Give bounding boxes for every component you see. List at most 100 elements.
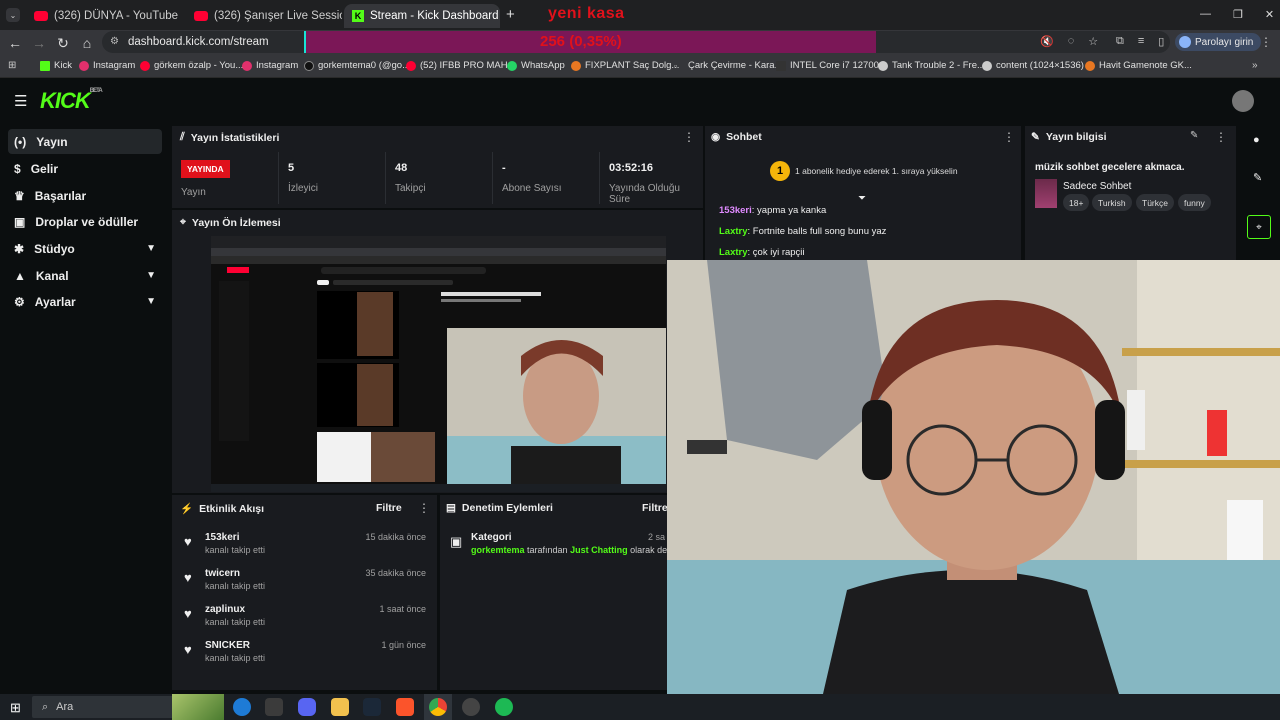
avatar[interactable] bbox=[1232, 90, 1254, 112]
bookmark-content[interactable]: content (1024×1536) bbox=[982, 60, 1084, 71]
minimize-icon[interactable]: — bbox=[1200, 8, 1211, 21]
globe-icon bbox=[982, 60, 992, 71]
stat-uptime-label: Yayında Olduğu Süre bbox=[609, 183, 680, 205]
address-bar-icons: 🔇 ◌ ☆ bbox=[1040, 35, 1098, 48]
bookmark-tank-trouble[interactable]: Tank Trouble 2 - Fre... bbox=[878, 60, 985, 71]
discord-icon[interactable] bbox=[298, 698, 316, 716]
tab-kick-dashboard[interactable]: K Stream - Kick Dashboard ✕ bbox=[344, 4, 500, 28]
stream-info-title: Yayın bilgisi bbox=[1045, 131, 1107, 143]
sidebar-item-gelir[interactable]: $ Gelir bbox=[8, 156, 162, 181]
bookmark-whatsapp[interactable]: WhatsApp bbox=[507, 60, 565, 71]
category-name[interactable]: Sadece Sohbet bbox=[1063, 181, 1131, 192]
mute-icon[interactable]: 🔇 bbox=[1040, 35, 1054, 48]
edit-icon[interactable]: ✎ bbox=[1190, 130, 1198, 141]
apps-icon[interactable]: ⊞ bbox=[8, 60, 16, 71]
chat-username[interactable]: Laxtry bbox=[719, 226, 748, 237]
chat-username[interactable]: 153keri bbox=[719, 205, 752, 216]
moderation-category[interactable]: Just Chatting bbox=[570, 545, 628, 555]
focus-icon[interactable]: ⌖ bbox=[1247, 215, 1271, 239]
stream-preview[interactable] bbox=[211, 236, 666, 492]
brave-icon[interactable] bbox=[396, 698, 414, 716]
bookmark-kick[interactable]: Kick bbox=[40, 60, 72, 71]
close-window-icon[interactable]: ✕ bbox=[1265, 8, 1274, 21]
activity-user[interactable]: 153keri bbox=[205, 532, 239, 543]
info-circle-icon[interactable]: ● bbox=[1253, 134, 1260, 146]
sidebar-item-yayin[interactable]: (•) Yayın bbox=[8, 129, 162, 154]
more-bookmarks-icon[interactable]: » bbox=[1252, 60, 1258, 71]
bookmark-intel[interactable]: INTEL Core i7 12700... bbox=[776, 60, 887, 71]
activity-filter-button[interactable]: Filtre bbox=[376, 502, 402, 514]
bookmark-youtube-gorkem[interactable]: görkem özalp - You... bbox=[140, 60, 243, 71]
more-options-icon[interactable]: ⋮ bbox=[683, 130, 695, 144]
steam-icon[interactable] bbox=[363, 698, 381, 716]
bookmark-label: FIXPLANT Saç Dolg... bbox=[585, 60, 680, 71]
more-options-icon[interactable]: ⋮ bbox=[1215, 130, 1227, 144]
tab-youtube-saniser[interactable]: (326) Şanışer Live Sessions - Ka ✕ bbox=[186, 4, 342, 28]
pin-icon[interactable]: ⏷ bbox=[858, 193, 866, 204]
bookmark-star-icon[interactable]: ☆ bbox=[1088, 35, 1098, 48]
stat-live-label: Yayın bbox=[181, 187, 206, 198]
forward-icon[interactable]: → bbox=[26, 30, 52, 56]
edge-icon[interactable] bbox=[233, 698, 251, 716]
heart-icon: ♥ bbox=[184, 642, 192, 657]
moderation-filter-button[interactable]: Filtre bbox=[642, 502, 668, 514]
bookmark-label: Havit Gamenote GK... bbox=[1099, 60, 1192, 71]
eye-off-icon[interactable]: ◌ bbox=[1068, 35, 1075, 48]
moderation-item-title: Kategori bbox=[471, 532, 512, 543]
sidebar-item-droplar[interactable]: ▣ Droplar ve ödüller bbox=[8, 209, 162, 234]
back-icon[interactable]: ← bbox=[2, 30, 28, 56]
moderation-panel bbox=[440, 495, 667, 690]
bookmark-tiktok[interactable]: gorkemtema0 (@go... bbox=[304, 60, 410, 71]
gift-leaderboard-text[interactable]: 1 abonelik hediye ederek 1. sıraya yükse… bbox=[795, 166, 958, 176]
moderation-text: tarafından bbox=[524, 545, 571, 555]
stat-subs-value: - bbox=[502, 162, 506, 174]
moderation-user[interactable]: gorkemtema bbox=[471, 545, 525, 555]
sidebar-item-ayarlar[interactable]: ⚙ Ayarlar ▼ bbox=[8, 289, 162, 314]
gift-icon: ▣ bbox=[14, 214, 26, 229]
activity-user[interactable]: zaplinux bbox=[205, 604, 245, 615]
search-placeholder: Ara bbox=[56, 701, 74, 713]
new-tab-button[interactable]: + bbox=[506, 6, 515, 23]
store-icon[interactable] bbox=[265, 698, 283, 716]
home-icon[interactable]: ⌂ bbox=[74, 30, 100, 56]
preview-title-row: ⌖ Yayın Ön İzlemesi bbox=[180, 216, 281, 229]
bookmark-instagram[interactable]: Instagram bbox=[79, 60, 135, 71]
fixplant-icon bbox=[571, 60, 581, 71]
site-info-icon[interactable]: ⚙ bbox=[110, 36, 119, 47]
file-explorer-icon[interactable] bbox=[331, 698, 349, 716]
bookmark-havit[interactable]: Havit Gamenote GK... bbox=[1085, 60, 1192, 71]
extensions-icon[interactable]: ⧉ bbox=[1116, 35, 1124, 48]
globe-icon bbox=[878, 60, 888, 71]
sidepanel-icon[interactable]: ▯ bbox=[1158, 35, 1164, 48]
bookmark-ifbb[interactable]: (52) IFBB PRO MAH... bbox=[406, 60, 516, 71]
windows-start-icon[interactable]: ⊞ bbox=[10, 700, 21, 716]
stat-divider bbox=[599, 152, 600, 204]
tab-search-button[interactable]: ⌄ bbox=[6, 8, 20, 22]
menu-icon[interactable]: ⋮ bbox=[1260, 35, 1272, 49]
kick-logo[interactable]: KICKBETA bbox=[40, 88, 103, 114]
more-options-icon[interactable]: ⋮ bbox=[418, 501, 430, 515]
obs-icon[interactable] bbox=[462, 698, 480, 716]
moderation-title-row: ▤ Denetim Eylemleri bbox=[446, 502, 553, 514]
sidebar-item-basarilar[interactable]: ♛ Başarılar bbox=[8, 183, 162, 208]
chrome-icon[interactable] bbox=[429, 698, 447, 716]
maximize-icon[interactable]: ❐ bbox=[1233, 8, 1243, 21]
media-icon[interactable]: ≡ bbox=[1138, 35, 1144, 48]
hamburger-icon[interactable]: ☰ bbox=[14, 92, 27, 110]
sidebar-item-studyo[interactable]: ✱ Stüdyo ▼ bbox=[8, 236, 162, 261]
sidebar-item-kanal[interactable]: ▲ Kanal ▼ bbox=[8, 263, 162, 288]
profile-button[interactable]: Parolayı girin bbox=[1175, 33, 1262, 51]
pencil-icon[interactable]: ✎ bbox=[1253, 171, 1262, 184]
more-options-icon[interactable]: ⋮ bbox=[1003, 130, 1015, 144]
spotify-icon[interactable] bbox=[495, 698, 513, 716]
reload-icon[interactable]: ↻ bbox=[50, 30, 76, 56]
stat-followers-value: 48 bbox=[395, 162, 408, 174]
bookmark-cark[interactable]: ▫ Çark Çevirme - Kara... bbox=[674, 60, 783, 71]
chat-username[interactable]: Laxtry bbox=[719, 247, 748, 258]
kick-icon: K bbox=[352, 10, 364, 22]
tab-youtube-dunya[interactable]: (326) DÜNYA - YouTube ✕ bbox=[26, 4, 184, 28]
activity-user[interactable]: twicern bbox=[205, 568, 240, 579]
activity-user[interactable]: SNICKER bbox=[205, 640, 250, 651]
bookmark-fixplant[interactable]: FIXPLANT Saç Dolg... bbox=[571, 60, 679, 71]
bookmark-instagram-2[interactable]: Instagram bbox=[242, 60, 298, 71]
